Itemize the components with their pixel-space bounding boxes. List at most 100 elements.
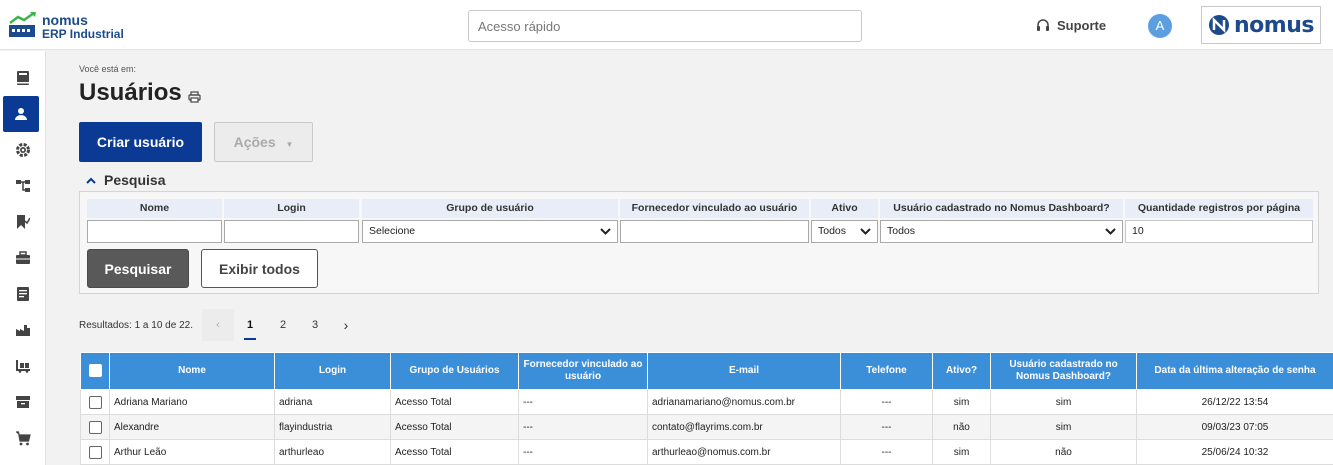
cell-phone: --- [840,414,933,440]
sidebar-item-hierarchy[interactable] [0,168,46,204]
search-toggle[interactable]: Pesquisa [86,172,165,188]
col-header-name[interactable]: Nome [109,352,275,390]
cell-email: adrianamariano@nomus.com.br [647,389,841,415]
col-header-supplier[interactable]: Fornecedor vinculado ao usuário [518,352,648,390]
bookmark-check-icon [17,215,30,229]
name-filter-input[interactable] [87,220,222,243]
col-header-login[interactable]: Login [274,352,391,390]
next-page-button[interactable]: › [338,309,354,341]
ledger-icon [17,287,29,301]
hierarchy-icon [16,180,30,192]
sidebar-item-archive[interactable] [0,384,46,420]
row-checkbox[interactable] [88,395,102,409]
table-row[interactable]: Arthur Leão arthurleao Acesso Total --- … [80,439,1333,465]
nomus-n-icon [1209,15,1230,35]
table-row[interactable]: Adriana Mariano adriana Acesso Total ---… [80,389,1333,415]
row-select-cell[interactable] [80,439,110,465]
cell-active: sim [932,389,991,415]
sidebar [0,51,46,465]
support-link[interactable]: Suporte [1036,18,1106,33]
table-header-row: Nome Login Grupo de Usuários Fornecedor … [80,352,1333,390]
col-header-email[interactable]: E-mail [647,352,841,390]
actions-label: Ações [233,134,276,150]
cell-password-date: 26/12/22 13:54 [1136,389,1333,415]
previous-page-button[interactable]: ‹ [202,309,234,341]
filter-label-supplier: Fornecedor vinculado ao usuário [620,199,809,218]
filter-label-name: Nome [87,199,222,218]
select-all-checkbox[interactable] [88,364,102,378]
cell-login: flayindustria [274,414,391,440]
filter-label-group: Grupo de usuário [362,199,618,218]
page-2-link[interactable]: 2 [275,309,291,341]
create-user-button[interactable]: Criar usuário [79,122,202,162]
results-count: Resultados: 1 a 10 de 22. [79,320,193,331]
show-all-button[interactable]: Exibir todos [201,249,318,288]
sidebar-item-ledger[interactable] [0,276,46,312]
page-3-link[interactable]: 3 [307,309,323,341]
sidebar-item-book[interactable] [0,60,46,96]
login-filter-input[interactable] [224,220,359,243]
quick-access-input[interactable] [468,10,862,42]
cell-dashboard: sim [990,414,1137,440]
active-select[interactable]: Todos [811,220,878,243]
group-select-value: Selecione [369,225,416,237]
cell-name: Arthur Leão [109,439,275,465]
col-header-group[interactable]: Grupo de Usuários [390,352,519,390]
chevron-up-icon [86,177,96,184]
col-header-password-date[interactable]: Data da última alteração de senha [1136,352,1333,390]
cell-dashboard: sim [990,389,1137,415]
sidebar-item-users[interactable] [3,96,39,132]
sidebar-item-cart[interactable] [0,420,46,456]
filter-label-page-size: Quantidade registros por página [1125,199,1313,218]
page-size-input[interactable]: 10 [1125,220,1313,243]
cell-group: Acesso Total [390,389,519,415]
actions-button[interactable]: Ações ▼ [214,122,313,162]
cell-group: Acesso Total [390,439,519,465]
supplier-filter-input[interactable] [620,220,809,243]
cell-group: Acesso Total [390,414,519,440]
logo-brand-text: nomus [42,12,88,28]
row-select-cell[interactable] [80,389,110,415]
active-select-value: Todos [818,225,847,237]
filter-label-active: Ativo [811,199,878,218]
group-select[interactable]: Selecione [362,220,618,243]
row-checkbox[interactable] [88,420,102,434]
filter-label-dashboard: Usuário cadastrado no Nomus Dashboard? [880,199,1123,218]
cell-supplier: --- [518,389,648,415]
caret-down-icon: ▼ [285,140,294,149]
chevron-down-icon [860,228,871,235]
sidebar-item-bookmark[interactable] [0,204,46,240]
sidebar-item-logistics[interactable] [0,348,46,384]
cell-phone: --- [840,389,933,415]
row-checkbox[interactable] [88,445,102,459]
row-select-cell[interactable] [80,414,110,440]
dashboard-select[interactable]: Todos [880,220,1123,243]
book-icon [17,71,29,85]
select-all-cell[interactable] [80,352,110,390]
dashboard-select-value: Todos [887,225,916,237]
col-header-dashboard[interactable]: Usuário cadastrado no Nomus Dashboard? [990,352,1137,390]
print-icon[interactable] [188,91,201,103]
col-header-phone[interactable]: Telefone [840,352,933,390]
search-heading: Pesquisa [104,172,166,188]
cart-icon [16,430,31,445]
sidebar-item-briefcase[interactable] [0,240,46,276]
nomus-erp-logo[interactable]: nomus ERP Industrial [8,11,128,43]
sidebar-item-settings[interactable] [0,132,46,168]
cell-supplier: --- [518,439,648,465]
page-title-wrap: Usuários [79,79,201,107]
col-header-active[interactable]: Ativo? [932,352,991,390]
chevron-down-icon [600,228,611,235]
page-1-link[interactable]: 1 [242,309,258,341]
sidebar-item-factory[interactable] [0,312,46,348]
search-button[interactable]: Pesquisar [87,249,189,288]
logo-sub-text: ERP Industrial [42,27,124,41]
avatar[interactable]: A [1148,14,1172,38]
briefcase-icon [16,251,30,264]
factory-icon [16,325,30,336]
cell-supplier: --- [518,414,648,440]
factory-logo-icon [9,11,36,37]
cell-email: contato@flayrims.com.br [647,414,841,440]
forklift-icon [16,360,30,373]
table-row[interactable]: Alexandre flayindustria Acesso Total ---… [80,414,1333,440]
